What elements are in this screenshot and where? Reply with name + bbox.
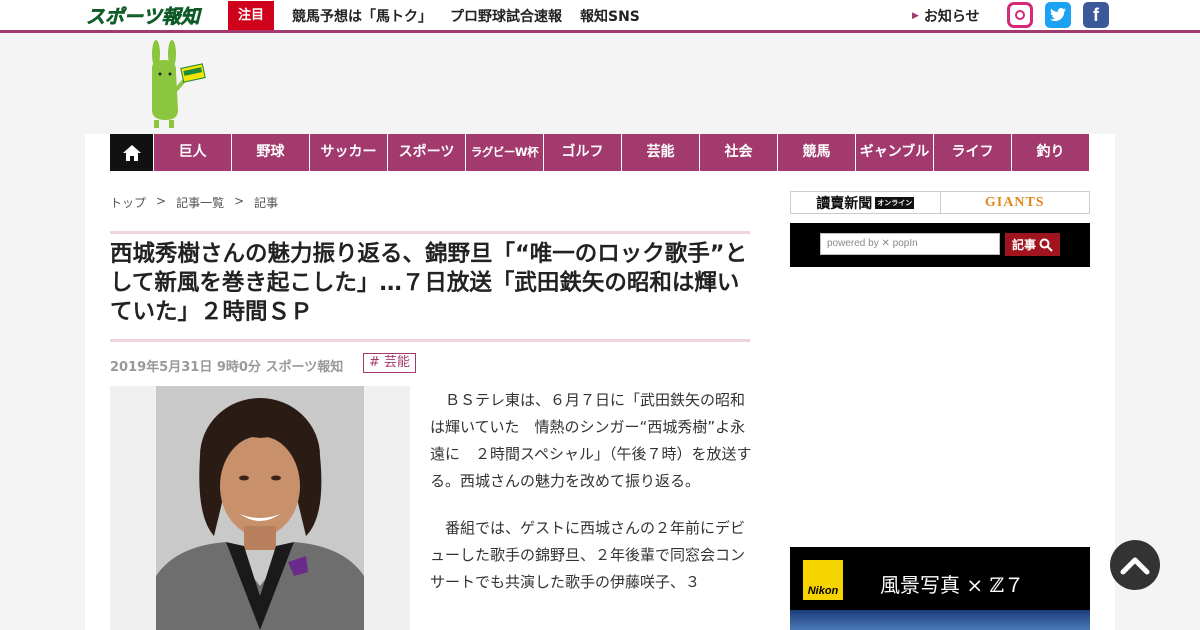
nikon-ad-text: 風景写真 × ℤ７ [880, 573, 1025, 597]
article-meta: 2019年5月31日 9時0分 スポーツ報知 [110, 360, 344, 375]
breadcrumb-separator: > [234, 194, 245, 208]
triangle-right-icon: ▶ [912, 10, 919, 21]
top-nav-umatoku[interactable]: 競馬予想は「馬トク」 [292, 6, 432, 26]
category-giants[interactable]: 巨人 [153, 134, 231, 171]
oshirase-label: お知らせ [923, 8, 980, 25]
article-body: ＢＳテレ東は、６月７日に「武田鉄矢の昭和は輝いていた 情熱のシンガー“西城秀樹”… [430, 387, 752, 616]
breadcrumb-separator: > [156, 194, 167, 208]
category-baseball[interactable]: 野球 [231, 134, 309, 171]
headline-rule-bottom [110, 339, 750, 342]
oshirase-link[interactable]: ▶ お知らせ [912, 0, 980, 31]
search-icon [1039, 238, 1053, 252]
category-fishing[interactable]: 釣り [1011, 134, 1089, 171]
headline-rule-top [110, 231, 750, 234]
category-tag[interactable]: # 芸能 [363, 353, 417, 373]
category-society[interactable]: 社会 [699, 134, 777, 171]
back-to-top-button[interactable] [1110, 540, 1160, 590]
category-sports[interactable]: スポーツ [387, 134, 465, 171]
home-icon [122, 144, 141, 161]
giants-link[interactable]: GIANTS [941, 192, 1090, 213]
nikon-logo: Nikon [803, 560, 843, 600]
category-life[interactable]: ライフ [933, 134, 1011, 171]
top-nav-baseball-live[interactable]: プロ野球試合速報 [450, 6, 562, 26]
yomiuri-online-link[interactable]: 讀賣新聞 オンライン [791, 192, 941, 213]
category-golf[interactable]: ゴルフ [543, 134, 621, 171]
instagram-icon[interactable] [1007, 2, 1033, 28]
home-button[interactable] [110, 134, 153, 171]
category-entertainment[interactable]: 芸能 [621, 134, 699, 171]
facebook-icon[interactable]: f [1083, 2, 1109, 28]
search-button[interactable]: 記事 [1005, 233, 1060, 256]
yomiuri-banner[interactable]: 讀賣新聞 オンライン GIANTS [790, 191, 1090, 214]
article-photo[interactable] [156, 386, 364, 630]
yomiuri-label: 讀賣新聞 [816, 195, 873, 212]
breadcrumb-list[interactable]: 記事一覧 [176, 194, 224, 211]
site-logo[interactable]: スポーツ報知 [84, 2, 208, 30]
nikon-ad-image [790, 610, 1090, 630]
breadcrumb-top[interactable]: トップ [110, 194, 146, 211]
top-nav: 競馬予想は「馬トク」 プロ野球試合速報 報知SNS [292, 0, 658, 31]
breadcrumb: トップ > 記事一覧 > 記事 [110, 194, 288, 211]
breadcrumb-current: 記事 [254, 196, 279, 210]
category-gamble[interactable]: ギャンブル [855, 134, 933, 171]
yomiuri-online-badge: オンライン [875, 196, 915, 209]
mascot-image [151, 40, 206, 128]
search-input[interactable]: powered by ✕ popIn [820, 233, 1000, 255]
category-rugby-wc[interactable]: ラグビーW杯 [465, 134, 543, 171]
article-headline: 西城秀樹さんの魅力振り返る、錦野旦「“唯一のロック歌手”として新風を巻き起こした… [110, 241, 748, 325]
top-nav-sns[interactable]: 報知SNS [580, 6, 640, 26]
article-photo-frame [110, 386, 410, 630]
article-paragraph: 番組では、ゲストに西城さんの２年前にデビューした歌手の錦野旦、２年後輩で同窓会コ… [430, 519, 746, 591]
search-bar: powered by ✕ popIn 記事 [790, 223, 1090, 267]
nikon-ad[interactable]: Nikon 風景写真 × ℤ７ [790, 547, 1090, 630]
twitter-icon[interactable] [1045, 2, 1071, 28]
chumoku-badge: 注目 [228, 1, 274, 30]
logo-text: スポーツ報知 [86, 6, 203, 28]
category-soccer[interactable]: サッカー [309, 134, 387, 171]
top-bar: スポーツ報知 注目 競馬予想は「馬トク」 プロ野球試合速報 報知SNS ▶ お知… [0, 0, 1200, 33]
chevron-up-icon [1120, 557, 1150, 575]
category-nav: 巨人 野球 サッカー スポーツ ラグビーW杯 ゴルフ 芸能 社会 競馬 ギャンブ… [110, 134, 1089, 171]
search-button-label: 記事 [1011, 238, 1036, 252]
article-paragraph: ＢＳテレ東は、６月７日に「武田鉄矢の昭和は輝いていた 情熱のシンガー“西城秀樹”… [430, 391, 752, 490]
category-keiba[interactable]: 競馬 [777, 134, 855, 171]
